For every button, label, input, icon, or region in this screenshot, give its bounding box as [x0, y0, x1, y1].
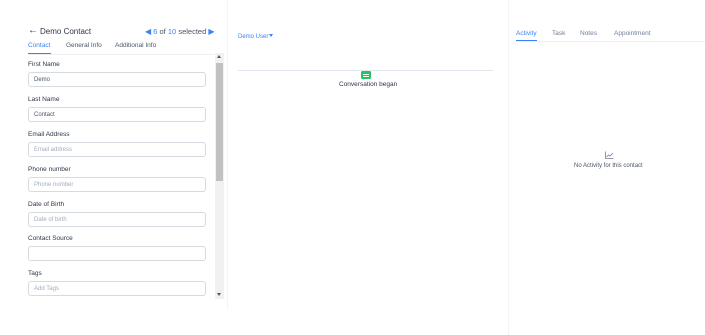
scroll-down-icon[interactable] — [217, 293, 221, 296]
last-name-input[interactable]: Contact — [28, 107, 206, 122]
next-record-icon[interactable]: ▶ — [208, 27, 214, 36]
phone-placeholder: Phone number — [34, 181, 74, 188]
tab-notes[interactable]: Notes — [580, 30, 597, 37]
conversation-event-text: Conversation began — [339, 81, 398, 88]
chat-bubble-icon — [361, 71, 371, 80]
pager-selected: selected — [178, 27, 207, 36]
chevron-down-icon — [269, 34, 274, 37]
user-selector-label: Demo User — [238, 34, 269, 40]
dob-placeholder: Date of birth — [34, 216, 67, 223]
dob-input[interactable]: Date of birth — [28, 212, 206, 227]
contact-name: Demo Contact — [40, 27, 92, 36]
first-name-input[interactable]: Demo — [28, 72, 206, 87]
first-name-value: Demo — [34, 76, 51, 83]
form-scrollbar[interactable] — [215, 53, 224, 299]
tab-general-info[interactable]: General Info — [66, 42, 102, 49]
last-name-label: Last Name — [28, 96, 60, 103]
record-pager: ◀ 6 of 10 selected ▶ — [145, 27, 215, 36]
pager-total: 10 — [167, 27, 177, 36]
tags-label: Tags — [28, 270, 42, 277]
scroll-thumb[interactable] — [216, 63, 223, 181]
scroll-up-icon[interactable] — [217, 55, 221, 58]
contact-details-panel: ← Demo Contact ◀ 6 of 10 selected ▶ Cont… — [0, 0, 226, 310]
tab-additional-info[interactable]: Additional Info — [115, 42, 156, 49]
contact-header: ← Demo Contact ◀ 6 of 10 selected ▶ — [28, 26, 218, 38]
pager-of: of — [159, 27, 166, 36]
tags-placeholder: Add Tags — [34, 285, 59, 292]
empty-activity-text: No Activity for this contact — [574, 163, 643, 169]
dob-label: Date of Birth — [28, 201, 65, 208]
tab-appointment[interactable]: Appointment — [614, 30, 651, 37]
tab-contact[interactable]: Contact — [28, 42, 50, 49]
contact-form: First Name Demo Last Name Contact Email … — [28, 56, 214, 302]
tabs-divider — [28, 54, 214, 55]
phone-input[interactable]: Phone number — [28, 177, 206, 192]
last-name-value: Contact — [34, 111, 55, 118]
line-chart-icon — [605, 151, 614, 159]
conversation-panel: Demo User Conversation began — [227, 0, 505, 310]
email-label: Email Address — [28, 131, 70, 138]
contact-source-label: Contact Source — [28, 235, 73, 242]
contact-source-input[interactable] — [28, 246, 206, 261]
prev-record-icon[interactable]: ◀ — [145, 27, 151, 36]
tab-activity[interactable]: Activity — [516, 30, 537, 37]
pager-current: 6 — [153, 27, 158, 36]
back-button[interactable]: ← — [28, 26, 38, 36]
email-input[interactable]: Email address — [28, 142, 206, 157]
first-name-label: First Name — [28, 61, 60, 68]
email-placeholder: Email address — [34, 146, 73, 153]
tabs-divider — [516, 41, 705, 42]
phone-label: Phone number — [28, 166, 71, 173]
user-selector[interactable]: Demo User — [238, 34, 274, 40]
tags-input[interactable]: Add Tags — [28, 281, 206, 296]
activity-panel: Activity Task Notes Appointment No Activ… — [508, 0, 705, 335]
tab-task[interactable]: Task — [552, 30, 565, 37]
